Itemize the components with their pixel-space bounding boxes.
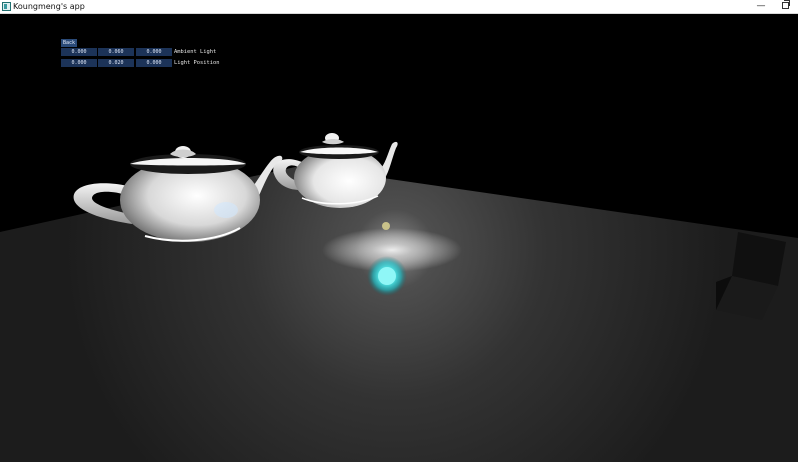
window-title: Koungmeng's app — [13, 2, 85, 11]
restore-button[interactable] — [774, 0, 796, 13]
small-sphere — [382, 222, 390, 230]
light-position-y-field[interactable]: 0.020 — [98, 59, 134, 67]
restore-icon — [781, 0, 790, 9]
title-bar: Koungmeng's app — — [0, 0, 798, 14]
minimize-button[interactable]: — — [750, 0, 772, 13]
scene-canvas — [0, 133, 798, 462]
floor-plane — [0, 166, 798, 462]
app-window-icon — [2, 2, 11, 11]
light-position-label: Light Position — [174, 60, 220, 66]
back-button[interactable]: Back — [61, 39, 77, 47]
light-position-x-field[interactable]: 0.000 — [61, 59, 97, 67]
render-viewport[interactable]: Back 0.000 0.060 0.000 Ambient Light 0.0… — [0, 14, 798, 462]
ambient-light-x-field[interactable]: 0.000 — [61, 48, 97, 56]
ambient-light-y-field[interactable]: 0.060 — [98, 48, 134, 56]
light-sphere — [378, 267, 396, 285]
light-position-z-field[interactable]: 0.000 — [136, 59, 172, 67]
ambient-light-z-field[interactable]: 0.000 — [136, 48, 172, 56]
ambient-light-label: Ambient Light — [174, 49, 217, 55]
